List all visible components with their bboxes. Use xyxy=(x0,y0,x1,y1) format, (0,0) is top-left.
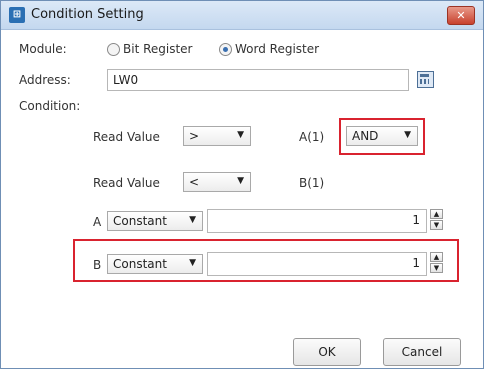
logic-highlight-box xyxy=(339,118,425,155)
operand-b-label: B(1) xyxy=(299,176,325,190)
param-b-type-value: Constant xyxy=(113,257,167,271)
bit-register-label[interactable]: Bit Register xyxy=(123,42,193,56)
condition-label: Condition: xyxy=(19,99,81,113)
address-input[interactable]: LW0 xyxy=(107,69,409,91)
window-title: Condition Setting xyxy=(31,7,144,22)
param-a-input[interactable]: 1 xyxy=(207,209,427,233)
param-b-label: B xyxy=(93,258,102,272)
read-value-label-1: Read Value xyxy=(93,130,160,144)
param-a-label: A xyxy=(93,215,102,229)
word-register-radio[interactable] xyxy=(219,43,232,56)
close-icon[interactable]: ✕ xyxy=(447,6,475,25)
chevron-down-icon: ▼ xyxy=(189,258,196,268)
word-register-label[interactable]: Word Register xyxy=(235,42,319,56)
param-b-input[interactable]: 1 xyxy=(207,252,427,276)
param-b-value: 1 xyxy=(412,256,420,270)
module-label: Module: xyxy=(19,42,67,56)
operator-value-2: < xyxy=(189,175,200,189)
operand-a-label: A(1) xyxy=(299,130,325,144)
param-a-type-value: Constant xyxy=(113,214,167,228)
spin-up-icon[interactable]: ▲ xyxy=(430,209,443,219)
spin-up-icon[interactable]: ▲ xyxy=(430,252,443,262)
address-value: LW0 xyxy=(113,73,139,87)
param-a-spinner[interactable]: ▲ ▼ xyxy=(430,209,443,231)
cancel-button[interactable]: Cancel xyxy=(383,338,461,366)
read-value-label-2: Read Value xyxy=(93,176,160,190)
operator-value-1: > xyxy=(189,129,200,143)
operator-select-1[interactable]: > ▼ xyxy=(183,126,251,146)
param-b-spinner[interactable]: ▲ ▼ xyxy=(430,252,443,274)
param-b-type-select[interactable]: Constant ▼ xyxy=(107,254,203,274)
calculator-icon[interactable] xyxy=(417,71,434,88)
ok-button[interactable]: OK xyxy=(293,338,361,366)
spin-down-icon[interactable]: ▼ xyxy=(430,263,443,273)
condition-setting-dialog: ⊞ Condition Setting ✕ Module: Bit Regist… xyxy=(0,0,484,369)
title-bar[interactable]: ⊞ Condition Setting ✕ xyxy=(1,1,483,30)
chevron-down-icon: ▼ xyxy=(237,130,244,140)
operator-select-2[interactable]: < ▼ xyxy=(183,172,251,192)
bit-register-radio[interactable] xyxy=(107,43,120,56)
address-label: Address: xyxy=(19,73,71,87)
param-a-value: 1 xyxy=(412,213,420,227)
param-a-type-select[interactable]: Constant ▼ xyxy=(107,211,203,231)
spin-down-icon[interactable]: ▼ xyxy=(430,220,443,230)
chevron-down-icon: ▼ xyxy=(237,176,244,186)
chevron-down-icon: ▼ xyxy=(189,215,196,225)
dialog-app-icon: ⊞ xyxy=(9,7,25,23)
